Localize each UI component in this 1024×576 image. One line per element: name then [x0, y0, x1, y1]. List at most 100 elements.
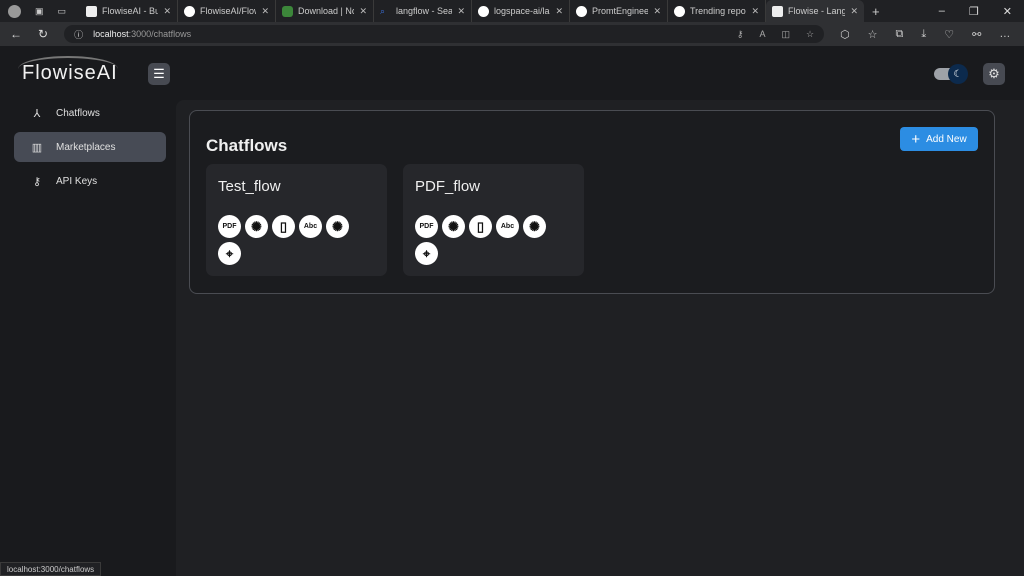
collections-icon[interactable]: ⧉: [896, 28, 904, 41]
menu-toggle-button[interactable]: ☰: [148, 63, 170, 85]
browser-tab[interactable]: FlowiseAI/Flowis ✕: [178, 0, 276, 22]
tab-actions-icon[interactable]: ▭: [58, 6, 67, 17]
doc-node-icon: ▯: [272, 215, 295, 238]
health-icon[interactable]: ♡: [944, 28, 954, 41]
browser-tab[interactable]: ⌕ langflow - Searc ✕: [374, 0, 472, 22]
chatflow-card[interactable]: PDF_flow PDF ✺ ▯ Abc ✺ ⌖: [403, 164, 584, 276]
tab-title: Trending reposi: [690, 6, 747, 16]
new-tab-button[interactable]: +: [864, 4, 888, 19]
logo: FlowiseAI: [22, 62, 118, 84]
status-bar-url: localhost:3000/chatflows: [0, 562, 102, 576]
tab-title: langflow - Searc: [396, 6, 452, 16]
moon-icon: ☾: [948, 64, 968, 84]
page-title: Chatflows: [206, 136, 288, 155]
close-tab-icon[interactable]: ✕: [163, 6, 171, 17]
pdf-node-icon: PDF: [415, 215, 438, 238]
extensions-icon[interactable]: ⬡: [840, 28, 850, 41]
browser-tab[interactable]: FlowiseAI - Buil ✕: [80, 0, 178, 22]
close-tab-icon[interactable]: ✕: [555, 6, 563, 17]
close-tab-icon[interactable]: ✕: [457, 6, 465, 17]
tab-title: FlowiseAI - Buil: [102, 6, 159, 16]
browser-tab[interactable]: PromtEngineer/ ✕: [570, 0, 668, 22]
page-favicon-icon: [86, 5, 97, 17]
openai-node-icon: ✺: [326, 215, 349, 238]
github-favicon-icon: [674, 5, 685, 17]
pdf-node-icon: PDF: [218, 215, 241, 238]
chatflows-panel: Chatflows + Add New Test_flow PDF ✺ ▯ Abc ✺ ⌖ PD…: [189, 110, 995, 294]
chatflow-name: Test_flow: [218, 178, 281, 195]
refresh-icon[interactable]: ↻: [38, 27, 48, 41]
split-screen-icon[interactable]: ◫: [781, 29, 790, 40]
restore-button[interactable]: ❐: [969, 5, 979, 18]
sidebar-item-chatflows[interactable]: ⅄ Chatflows: [14, 98, 166, 128]
sidebar-item-marketplaces[interactable]: ▥ Marketplaces: [14, 132, 166, 162]
chroma-node-icon: ⌖: [218, 242, 241, 265]
key-icon[interactable]: ⚷: [737, 29, 744, 40]
node-favicon-icon: [282, 5, 293, 17]
dark-mode-toggle[interactable]: ☾: [934, 64, 968, 84]
close-tab-icon[interactable]: ✕: [751, 6, 759, 17]
url-field[interactable]: ⓘ localhost:3000/chatflows ⚷ A ◫ ☆: [64, 25, 825, 43]
url-path: :3000/chatflows: [128, 29, 192, 39]
abc-node-icon: Abc: [299, 215, 322, 238]
sidebar-item-label: API Keys: [56, 175, 98, 187]
browser-tab[interactable]: Download | Nod ✕: [276, 0, 374, 22]
add-new-button[interactable]: + Add New: [900, 127, 978, 151]
sidebar-item-api-keys[interactable]: ⚷ API Keys: [14, 166, 166, 196]
favorites-icon[interactable]: ☆: [868, 28, 878, 41]
more-icon[interactable]: …: [999, 28, 1010, 41]
openai-node-icon: ✺: [523, 215, 546, 238]
openai-node-icon: ✺: [442, 215, 465, 238]
plus-icon: +: [911, 130, 921, 148]
favorite-star-icon[interactable]: ☆: [806, 29, 814, 40]
profile-sync-icon[interactable]: ⚯: [972, 28, 981, 41]
browser-tab[interactable]: logspace-ai/lan ✕: [472, 0, 570, 22]
chatflow-card[interactable]: Test_flow PDF ✺ ▯ Abc ✺ ⌖: [206, 164, 387, 276]
add-new-label: Add New: [926, 133, 967, 145]
downloads-icon[interactable]: ⤓: [921, 28, 926, 41]
tab-title: Download | Nod: [298, 6, 354, 16]
github-favicon-icon: [184, 5, 195, 17]
settings-button[interactable]: ⚙: [983, 63, 1005, 85]
chatflow-name: PDF_flow: [415, 178, 481, 195]
github-favicon-icon: [478, 5, 489, 17]
browser-tab[interactable]: Trending reposi ✕: [668, 0, 766, 22]
search-favicon-icon: ⌕: [380, 5, 386, 16]
openai-node-icon: ✺: [245, 215, 268, 238]
node-icons: PDF ✺ ▯ Abc ✺ ⌖: [415, 215, 565, 265]
main-content: Chatflows + Add New Test_flow PDF ✺ ▯ Abc ✺ ⌖ PD…: [176, 100, 1024, 576]
minimize-button[interactable]: –: [939, 5, 945, 18]
sidebar-item-label: Marketplaces: [56, 141, 116, 153]
close-tab-icon[interactable]: ✕: [261, 6, 269, 17]
tab-title: PromtEngineer/: [592, 6, 649, 16]
back-icon[interactable]: ←: [10, 27, 22, 41]
info-icon: ⓘ: [74, 29, 84, 40]
read-aloud-icon[interactable]: A: [759, 29, 765, 40]
doc-node-icon: ▯: [469, 215, 492, 238]
github-favicon-icon: [576, 5, 587, 17]
tab-title: Flowise - Langc: [788, 6, 846, 16]
sidebar-nav: ⅄ Chatflows ▥ Marketplaces ⚷ API Keys: [14, 98, 166, 200]
workspaces-icon[interactable]: ▣: [35, 6, 44, 17]
gear-icon: ⚙: [988, 66, 1000, 81]
chroma-node-icon: ⌖: [415, 242, 438, 265]
hamburger-icon: ☰: [153, 66, 165, 81]
url-host: localhost: [93, 29, 129, 39]
chatflows-icon: ⅄: [33, 107, 41, 120]
sidebar-item-label: Chatflows: [56, 107, 100, 119]
address-bar-row: ← ↻ ⓘ localhost:3000/chatflows ⚷ A ◫ ☆ ⬡…: [0, 22, 1024, 46]
profile-icon[interactable]: [8, 4, 21, 18]
flowise-app: FlowiseAI ☰ ⅄ Chatflows ▥ Marketplaces ⚷ AP…: [0, 46, 1024, 576]
abc-node-icon: Abc: [496, 215, 519, 238]
browser-tab-bar: ▣ ▭ FlowiseAI - Buil✕FlowiseAI/Flowis✕Do…: [0, 0, 1024, 22]
node-icons: PDF ✺ ▯ Abc ✺ ⌖: [218, 215, 368, 265]
page-favicon-icon: [772, 5, 783, 17]
tab-title: FlowiseAI/Flowis: [200, 6, 256, 16]
close-tab-icon[interactable]: ✕: [359, 6, 367, 17]
close-tab-icon[interactable]: ✕: [653, 6, 661, 17]
close-window-button[interactable]: ✕: [1003, 5, 1012, 18]
key-icon: ⚷: [32, 175, 42, 188]
tab-title: logspace-ai/lan: [494, 6, 551, 16]
close-tab-icon[interactable]: ✕: [850, 6, 858, 17]
browser-tab[interactable]: Flowise - Langc ✕: [766, 0, 864, 22]
